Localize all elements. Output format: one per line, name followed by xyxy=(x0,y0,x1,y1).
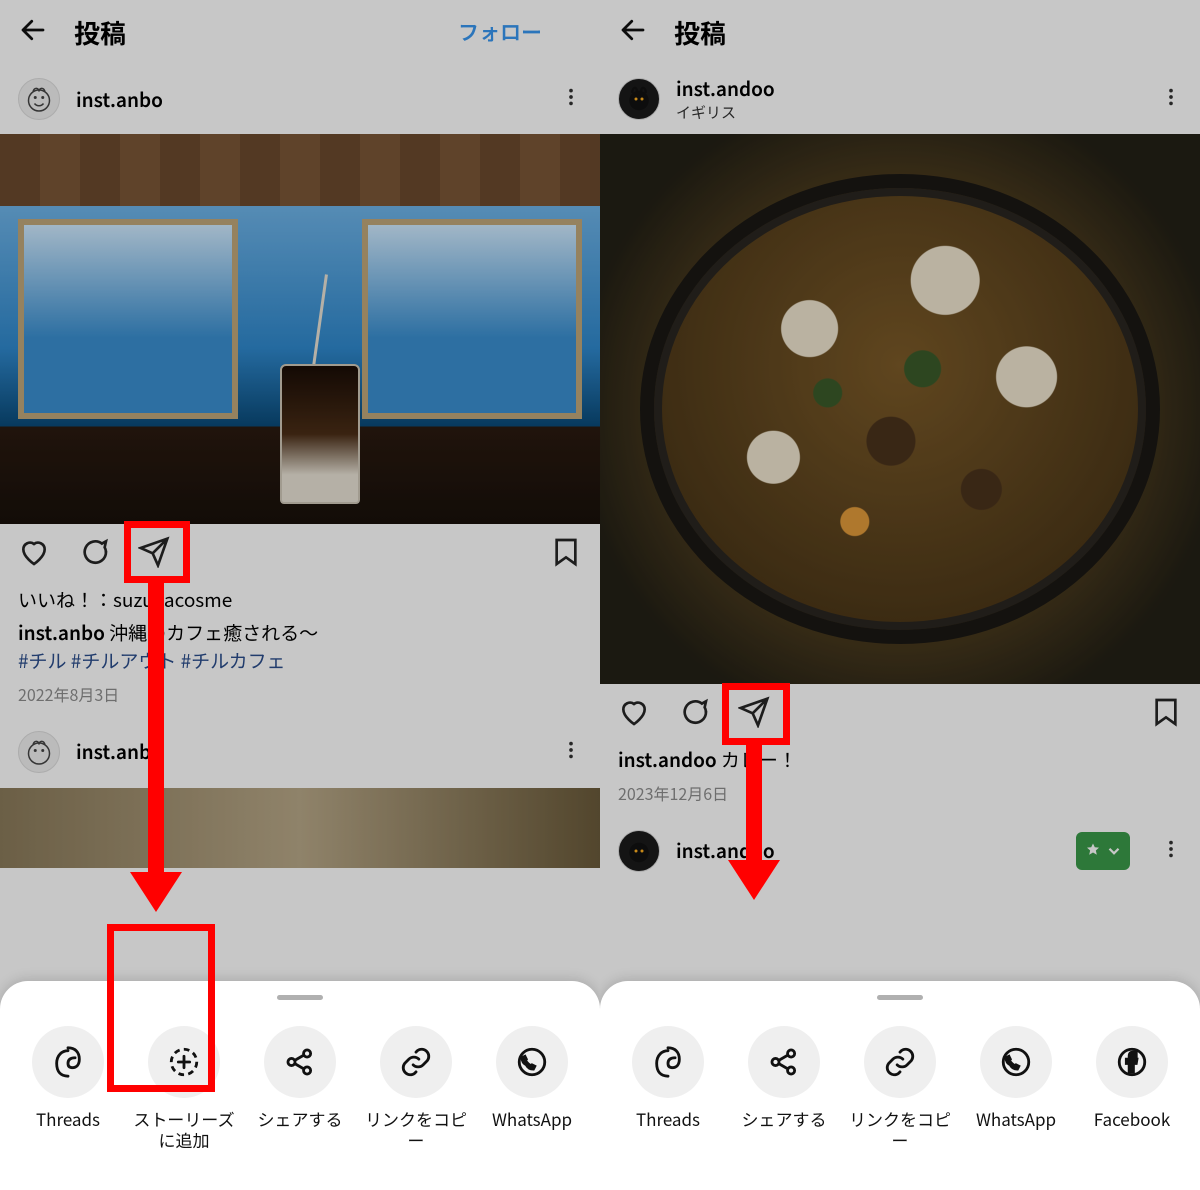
avatar[interactable] xyxy=(18,78,60,120)
caption-text: カレー！ xyxy=(721,746,797,773)
username: inst.anbo xyxy=(76,86,163,113)
caption-line: inst.andoo カレー！ xyxy=(618,746,1182,775)
sheet-grab-handle[interactable] xyxy=(877,995,923,1000)
share-option-facebook[interactable]: Facebook xyxy=(1077,1026,1187,1151)
page-title: 投稿 xyxy=(74,14,126,51)
threads-icon xyxy=(32,1026,104,1098)
share-sheet[interactable]: Threads ストーリーズに追加シェアするリンクをコピー WhatsApp xyxy=(0,981,600,1190)
avatar[interactable] xyxy=(18,731,60,773)
post-header: inst.andoo イギリス xyxy=(600,64,1200,134)
share-icon xyxy=(748,1026,820,1098)
share-option-link[interactable]: リンクをコピー xyxy=(845,1026,955,1151)
username[interactable]: inst.andoo xyxy=(676,837,775,864)
topbar: 投稿 フォロー xyxy=(0,0,600,64)
facebook-icon xyxy=(1096,1026,1168,1098)
whatsapp-icon xyxy=(496,1026,568,1098)
caption-text: 沖縄のカフェ癒される〜 xyxy=(109,619,318,646)
hashtags[interactable]: #チル #チルアウト #チルカフェ xyxy=(18,647,582,676)
share-label: Facebook xyxy=(1094,1108,1170,1129)
share-option-link[interactable]: リンクをコピー xyxy=(361,1026,471,1151)
post-image[interactable] xyxy=(0,134,600,524)
share-icon[interactable] xyxy=(738,696,770,733)
post-header: inst.anbo xyxy=(0,64,600,134)
like-icon[interactable] xyxy=(18,536,50,573)
caption-block: いいね！：suzukacosme inst.anbo 沖縄のカフェ癒される〜 #… xyxy=(0,584,600,716)
share-option-whatsapp[interactable]: WhatsApp xyxy=(961,1026,1071,1151)
username[interactable]: inst.anbo xyxy=(76,738,163,765)
more-icon[interactable] xyxy=(560,83,582,115)
save-icon[interactable] xyxy=(1150,696,1182,733)
comment-icon[interactable] xyxy=(678,696,710,733)
share-label: Threads xyxy=(36,1108,100,1129)
like-icon[interactable] xyxy=(618,696,650,733)
more-icon[interactable] xyxy=(1160,83,1182,115)
next-post-header: inst.andoo xyxy=(600,815,1200,887)
caption-block: inst.andoo カレー！ 2023年12月6日 xyxy=(600,744,1200,815)
caption-username[interactable]: inst.andoo xyxy=(618,746,717,773)
comment-icon[interactable] xyxy=(78,536,110,573)
add-story-icon xyxy=(148,1026,220,1098)
link-icon xyxy=(864,1026,936,1098)
share-label: WhatsApp xyxy=(492,1108,572,1129)
username: inst.andoo xyxy=(676,75,775,102)
topbar: 投稿 xyxy=(600,0,1200,64)
share-option-share[interactable]: シェアする xyxy=(245,1026,355,1151)
next-post-image-peek[interactable] xyxy=(0,788,600,868)
share-label: リンクをコピー xyxy=(845,1108,955,1151)
liked-by[interactable]: いいね！：suzukacosme xyxy=(18,586,582,615)
close-friends-badge[interactable] xyxy=(1076,832,1130,870)
share-option-share[interactable]: シェアする xyxy=(729,1026,839,1151)
share-option-threads[interactable]: Threads xyxy=(613,1026,723,1151)
action-row xyxy=(600,684,1200,744)
back-icon[interactable] xyxy=(18,15,48,50)
more-icon[interactable] xyxy=(1160,835,1182,867)
post-date: 2022年8月3日 xyxy=(18,682,582,706)
share-option-whatsapp[interactable]: WhatsApp xyxy=(477,1026,587,1151)
share-label: Threads xyxy=(636,1108,700,1129)
share-label: シェアする xyxy=(742,1108,827,1129)
phone-left: 投稿 フォロー inst.anbo いいね！：suzukacosme inst.… xyxy=(0,0,600,1190)
action-row xyxy=(0,524,600,584)
user-block[interactable]: inst.andoo イギリス xyxy=(676,75,775,123)
phone-right: 投稿 inst.andoo イギリス inst.andoo カレー！ 2023年… xyxy=(600,0,1200,1190)
share-option-add-story[interactable]: ストーリーズに追加 xyxy=(129,1026,239,1151)
save-icon[interactable] xyxy=(550,536,582,573)
avatar[interactable] xyxy=(618,78,660,120)
sheet-grab-handle[interactable] xyxy=(277,995,323,1000)
caption-username[interactable]: inst.anbo xyxy=(18,619,105,646)
caption-line: inst.anbo 沖縄のカフェ癒される〜 xyxy=(18,619,582,648)
post-date: 2023年12月6日 xyxy=(618,781,1182,805)
back-icon[interactable] xyxy=(618,15,648,50)
page-title: 投稿 xyxy=(674,14,726,51)
share-label: シェアする xyxy=(258,1108,343,1129)
location: イギリス xyxy=(676,102,775,123)
post-image[interactable] xyxy=(600,134,1200,684)
share-icon[interactable] xyxy=(138,536,170,573)
share-label: ストーリーズに追加 xyxy=(129,1108,239,1151)
more-icon[interactable] xyxy=(560,736,582,768)
share-sheet[interactable]: Threads シェアするリンクをコピー WhatsApp Facebook xyxy=(600,981,1200,1190)
next-post-header: inst.anbo xyxy=(0,716,600,788)
share-option-threads[interactable]: Threads xyxy=(13,1026,123,1151)
user-block[interactable]: inst.anbo xyxy=(76,86,163,113)
threads-icon xyxy=(632,1026,704,1098)
share-label: WhatsApp xyxy=(976,1108,1056,1129)
whatsapp-icon xyxy=(980,1026,1052,1098)
share-label: リンクをコピー xyxy=(361,1108,471,1151)
link-icon xyxy=(380,1026,452,1098)
follow-button[interactable]: フォロー xyxy=(458,17,542,47)
share-icon xyxy=(264,1026,336,1098)
avatar[interactable] xyxy=(618,830,660,872)
